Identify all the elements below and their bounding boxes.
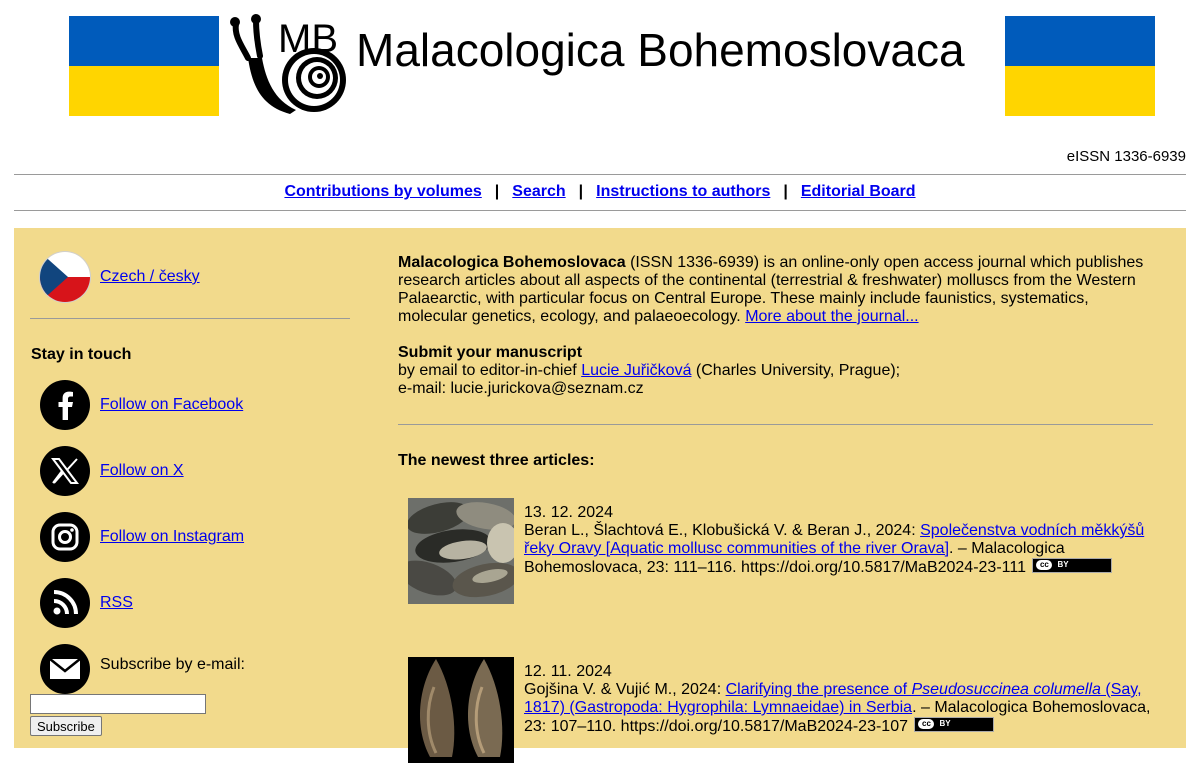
ukraine-flag-left (69, 16, 219, 116)
social-facebook: Follow on Facebook (40, 380, 243, 430)
submit-line-pre: by email to editor-in-chief (398, 362, 582, 379)
article-thumbnail-snail-shells[interactable] (408, 657, 514, 763)
article-date: 13. 12. 2024 (524, 504, 613, 521)
rss-icon[interactable] (40, 578, 90, 628)
editor-email: e-mail: lucie.jurickova@seznam.cz (398, 380, 644, 397)
facebook-icon[interactable] (40, 380, 90, 430)
follow-x-link[interactable]: Follow on X (100, 462, 184, 480)
content-divider (398, 424, 1153, 425)
sidebar-divider (30, 318, 350, 319)
nav-editorial-board[interactable]: Editorial Board (801, 183, 916, 200)
submit-line-post: (Charles University, Prague); (691, 362, 901, 379)
submit-heading: Submit your manuscript (398, 344, 583, 361)
nav-search[interactable]: Search (512, 183, 565, 200)
eissn-label: eISSN 1336-6939 (1066, 148, 1186, 165)
ukraine-flag-right (1005, 16, 1155, 116)
article-citation: 13. 12. 2024 Beran L., Šlachtová E., Klo… (524, 504, 1154, 577)
nav-contributions-by-volumes[interactable]: Contributions by volumes (284, 183, 481, 200)
social-rss: RSS (40, 578, 133, 628)
social-instagram: Follow on Instagram (40, 512, 244, 562)
czech-language-link[interactable]: Czech / česky (100, 268, 200, 286)
x-icon[interactable] (40, 446, 90, 496)
logo-text: MB (278, 17, 338, 61)
article-citation: 12. 11. 2024 Gojšina V. & Vujić M., 2024… (524, 663, 1154, 736)
submit-section: Submit your manuscript by email to edito… (398, 344, 1158, 398)
cc-by-license-badge[interactable]: cc BY (914, 717, 995, 732)
subscribe-label: Subscribe by e-mail: (100, 656, 245, 673)
subscribe-button[interactable]: Subscribe (30, 716, 102, 736)
main-nav: Contributions by volumes | Search | Instruct… (0, 183, 1200, 201)
more-about-journal-link[interactable]: More about the journal... (745, 308, 918, 325)
social-x: Follow on X (40, 446, 184, 496)
stay-in-touch-heading: Stay in touch (31, 346, 132, 363)
newest-articles-heading: The newest three articles: (398, 452, 595, 469)
divider-top (14, 174, 1186, 175)
editor-in-chief-link[interactable]: Lucie Juřičková (581, 362, 691, 379)
cc-by-license-badge[interactable]: cc BY (1032, 558, 1113, 573)
follow-instagram-link[interactable]: Follow on Instagram (100, 528, 244, 546)
article-thumbnail-mussels[interactable] (408, 498, 514, 604)
journal-name: Malacologica Bohemoslovaca (398, 254, 626, 271)
instagram-icon[interactable] (40, 512, 90, 562)
nav-instructions-to-authors[interactable]: Instructions to authors (596, 183, 770, 200)
follow-facebook-link[interactable]: Follow on Facebook (100, 396, 243, 414)
subscribe-email-input[interactable] (30, 694, 206, 714)
envelope-icon (40, 644, 90, 694)
article-date: 12. 11. 2024 (524, 663, 612, 680)
article-authors: Gojšina V. & Vujić M., 2024: (524, 681, 726, 698)
nav-separator: | (494, 183, 500, 200)
intro-paragraph: Malacologica Bohemoslovaca (ISSN 1336-69… (398, 254, 1158, 326)
article-authors: Beran L., Šlachtová E., Klobušická V. & … (524, 522, 921, 539)
social-email: Subscribe by e-mail: (40, 644, 245, 694)
rss-link[interactable]: RSS (100, 594, 133, 612)
journal-intro: Malacologica Bohemoslovaca (ISSN 1336-69… (398, 254, 1158, 398)
snail-logo: MB (230, 14, 346, 114)
language-switch: Czech / česky (40, 252, 200, 302)
czech-flag-icon (40, 252, 90, 302)
divider-bottom (14, 210, 1186, 211)
site-title: Malacologica Bohemoslovaca (356, 24, 965, 76)
nav-separator: | (578, 183, 584, 200)
main-panel: Czech / česky Stay in touch Follow on Fa… (14, 228, 1186, 763)
nav-separator: | (783, 183, 788, 200)
